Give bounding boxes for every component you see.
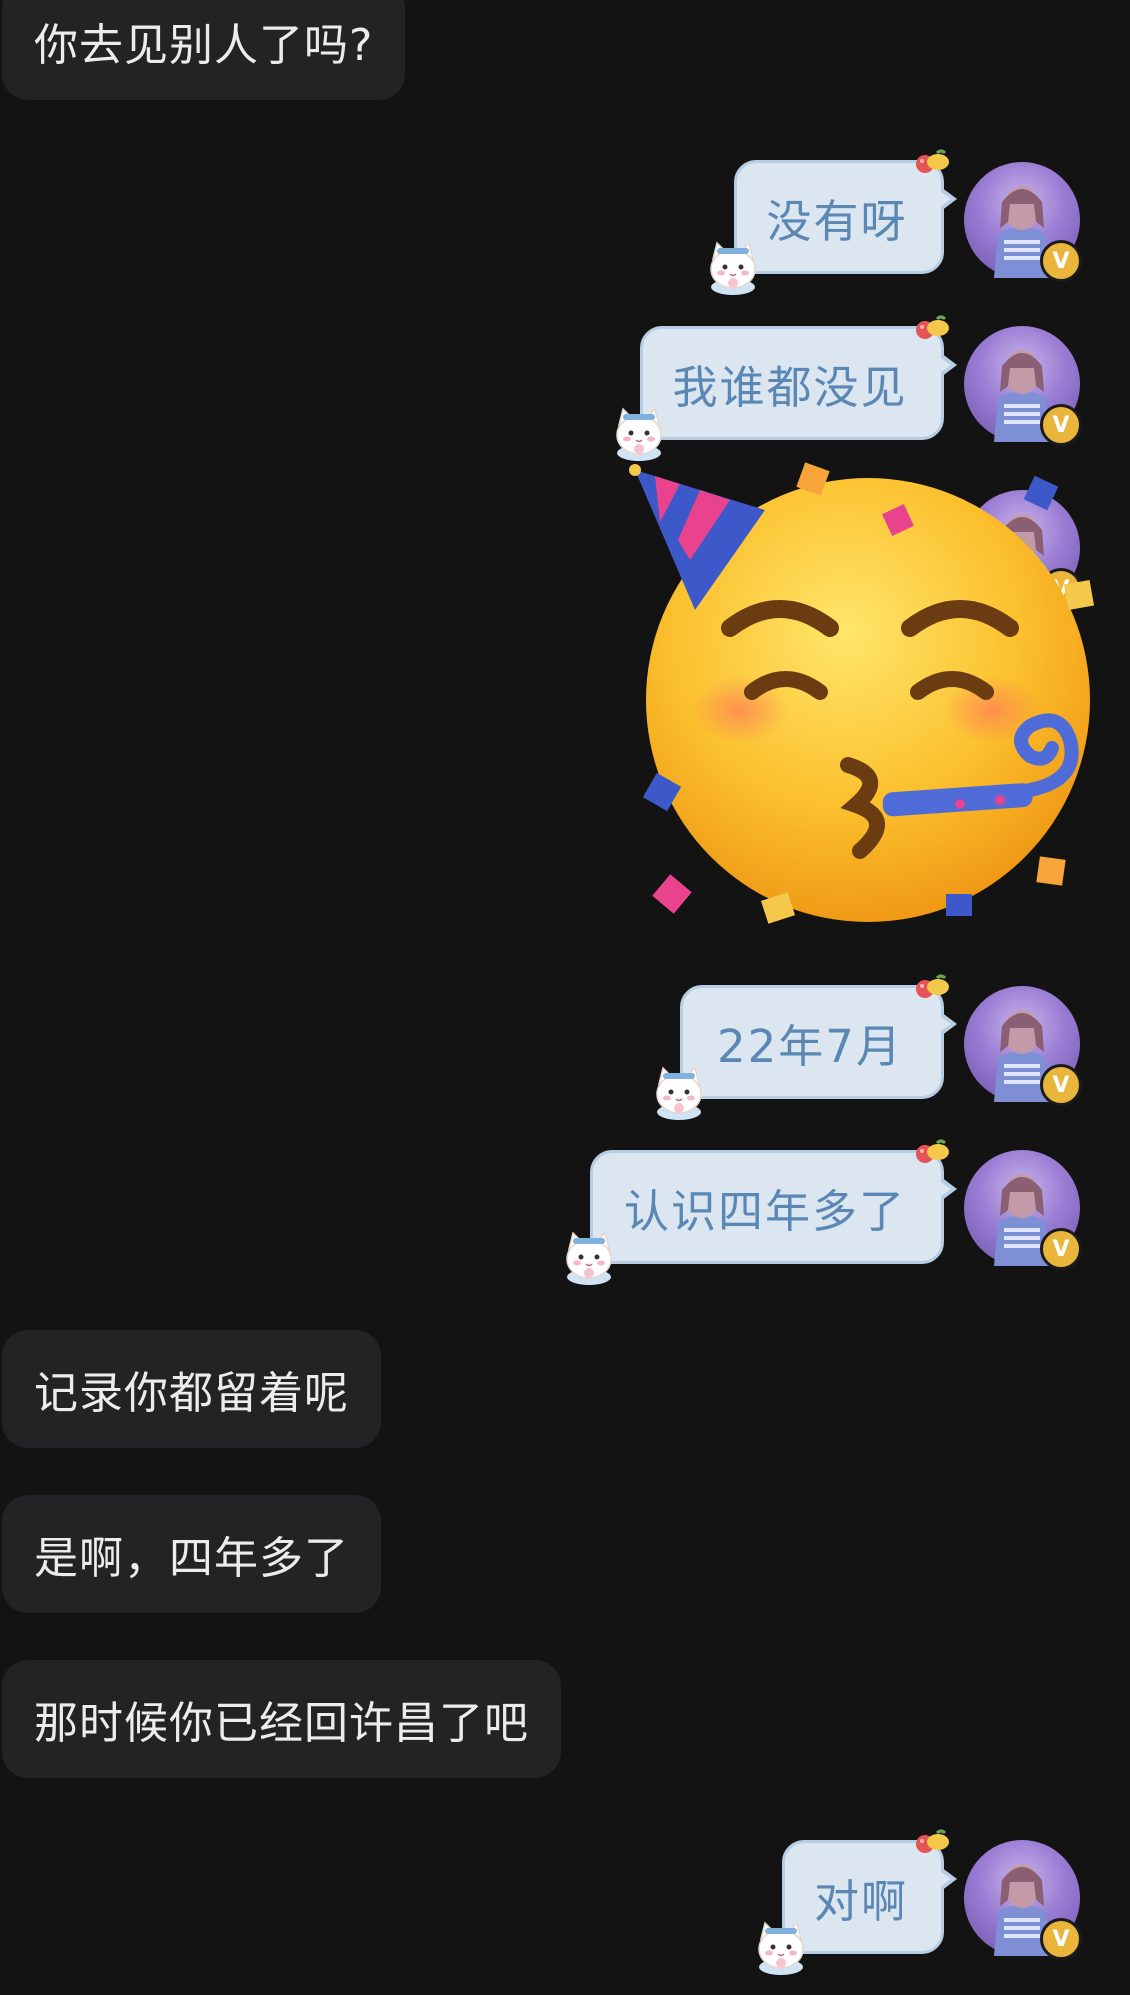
bubble-tail <box>938 187 957 211</box>
bubble-tail <box>938 1867 957 1891</box>
message-text: 我谁都没见 <box>672 360 908 414</box>
outgoing-message-bubble[interactable]: 对啊 <box>782 1840 957 1954</box>
avatar[interactable]: V <box>964 1840 1082 1960</box>
message-text: 是啊，四年多了 <box>34 1533 349 1584</box>
verified-badge: V <box>1040 1064 1082 1106</box>
incoming-message-bubble[interactable]: 你去见别人了吗? <box>2 0 406 100</box>
cat-sticker-icon <box>751 1917 811 1977</box>
avatar[interactable]: V <box>964 162 1082 282</box>
incoming-message-bubble[interactable]: 记录你都留着呢 <box>2 1330 381 1448</box>
outgoing-message-bubble[interactable]: 没有呀 <box>734 160 957 274</box>
outgoing-message-bubble[interactable]: 我谁都没见 <box>640 326 957 440</box>
cat-sticker-icon <box>703 237 763 297</box>
verified-badge: V <box>1040 404 1082 446</box>
message-text: 你去见别人了吗? <box>34 20 374 71</box>
avatar[interactable]: V <box>964 986 1082 1106</box>
incoming-message-bubble[interactable]: 是啊，四年多了 <box>2 1495 381 1613</box>
cat-sticker-icon <box>609 403 669 463</box>
fruit-decoration-icon <box>911 1829 951 1855</box>
message-text: 22年7月 <box>717 1019 903 1073</box>
outgoing-message-bubble[interactable]: 22年7月 <box>680 985 957 1099</box>
cat-sticker-icon <box>559 1227 619 1287</box>
verified-badge: V <box>1040 240 1082 282</box>
message-text: 对啊 <box>814 1874 909 1928</box>
message-text: 记录你都留着呢 <box>34 1368 349 1419</box>
outgoing-message-bubble[interactable]: 认识四年多了 <box>590 1150 957 1264</box>
bubble-tail <box>938 1012 957 1036</box>
fruit-decoration-icon <box>911 149 951 175</box>
fruit-decoration-icon <box>911 315 951 341</box>
bubble-tail <box>938 353 957 377</box>
message-text: 没有呀 <box>766 194 908 248</box>
message-text: 那时候你已经回许昌了吧 <box>34 1698 529 1749</box>
incoming-message-bubble[interactable]: 那时候你已经回许昌了吧 <box>2 1660 561 1778</box>
fruit-decoration-icon <box>911 974 951 1000</box>
avatar[interactable]: V <box>964 1150 1082 1270</box>
verified-badge: V <box>1040 1228 1082 1270</box>
partying-face-sticker[interactable] <box>620 460 1110 930</box>
bubble-tail <box>938 1177 957 1201</box>
fruit-decoration-icon <box>911 1139 951 1165</box>
avatar[interactable]: V <box>964 326 1082 446</box>
cat-sticker-icon <box>649 1062 709 1122</box>
verified-badge: V <box>1040 1918 1082 1960</box>
message-text: 认识四年多了 <box>623 1184 906 1238</box>
